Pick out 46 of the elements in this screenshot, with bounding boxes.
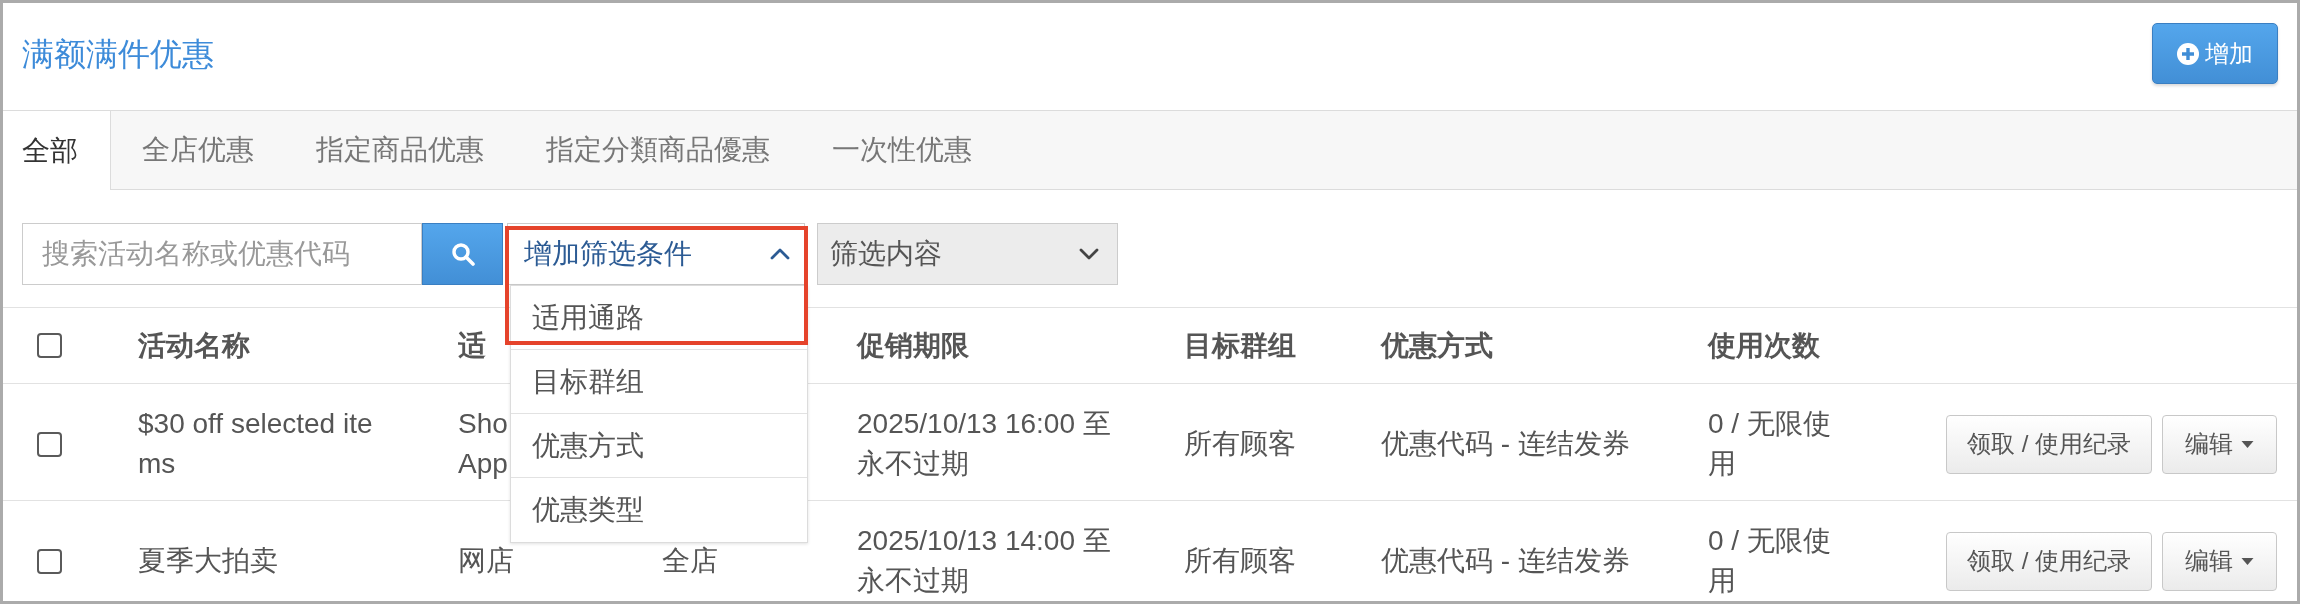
checkbox[interactable] bbox=[37, 431, 62, 457]
tab[interactable]: 一次性优惠 bbox=[801, 111, 1003, 190]
column-header: 使用次数 bbox=[1708, 329, 1820, 361]
table-cell: $30 off selected items bbox=[138, 408, 373, 479]
table-cell: 优惠代码 - 连结发券 bbox=[1381, 545, 1630, 576]
table-cell: 网店 bbox=[458, 545, 514, 576]
table-cell: 2025/10/13 16:00 至永不过期 bbox=[857, 408, 1111, 479]
table-cell: 0 / 无限使用 bbox=[1708, 525, 1831, 596]
filter-dropdown[interactable]: 增加筛选条件 bbox=[507, 223, 805, 285]
edit-dropdown-button[interactable]: 编辑 bbox=[2162, 531, 2277, 591]
tab[interactable]: 全部 bbox=[3, 111, 111, 190]
tab[interactable]: 指定商品优惠 bbox=[285, 111, 515, 190]
filter-value-select[interactable]: 筛选内容 bbox=[817, 223, 1118, 285]
table-cell: 所有顾客 bbox=[1184, 428, 1296, 459]
table-cell: 所有顾客 bbox=[1184, 545, 1296, 576]
column-header: 促销期限 bbox=[857, 329, 969, 361]
tab[interactable]: 全店优惠 bbox=[111, 111, 285, 190]
caret-down-icon bbox=[2241, 557, 2254, 565]
table-cell: 全店 bbox=[662, 545, 718, 576]
column-header: 优惠方式 bbox=[1381, 329, 1493, 361]
menu-item[interactable]: 优惠类型 bbox=[511, 478, 807, 542]
search-icon bbox=[450, 242, 475, 266]
table-cell: Sho App bbox=[458, 408, 508, 479]
table-cell: 夏季大拍卖 bbox=[138, 545, 278, 576]
checkbox[interactable] bbox=[37, 548, 62, 574]
table-cell: 0 / 无限使用 bbox=[1708, 408, 1831, 479]
menu-item[interactable]: 优惠方式 bbox=[511, 414, 807, 478]
column-header: 目标群组 bbox=[1184, 329, 1296, 361]
checkbox[interactable] bbox=[37, 333, 62, 358]
page-title: 满额满件优惠 bbox=[22, 34, 214, 74]
chevron-up-icon bbox=[770, 248, 790, 260]
search-button[interactable] bbox=[422, 223, 503, 285]
chevron-down-icon bbox=[1079, 248, 1099, 260]
records-button[interactable]: 领取 / 使用纪录 bbox=[1946, 531, 2152, 591]
search-field[interactable]: 搜索活动名称或优惠代码 bbox=[22, 223, 422, 285]
column-header: 适 bbox=[458, 329, 486, 361]
menu-item[interactable]: 适用通路 bbox=[511, 286, 807, 350]
tab[interactable]: 指定分類商品優惠 bbox=[515, 111, 801, 190]
records-button[interactable]: 领取 / 使用纪录 bbox=[1946, 414, 2152, 474]
edit-dropdown-button[interactable]: 编辑 bbox=[2162, 414, 2277, 474]
caret-down-icon bbox=[2241, 440, 2254, 448]
menu-item[interactable]: 目标群组 bbox=[511, 350, 807, 414]
table-cell: 2025/10/13 14:00 至永不过期 bbox=[857, 525, 1111, 596]
table-cell: 优惠代码 - 连结发券 bbox=[1381, 428, 1630, 459]
plus-circle-icon bbox=[2177, 42, 2199, 65]
column-header: 活动名称 bbox=[138, 329, 250, 361]
